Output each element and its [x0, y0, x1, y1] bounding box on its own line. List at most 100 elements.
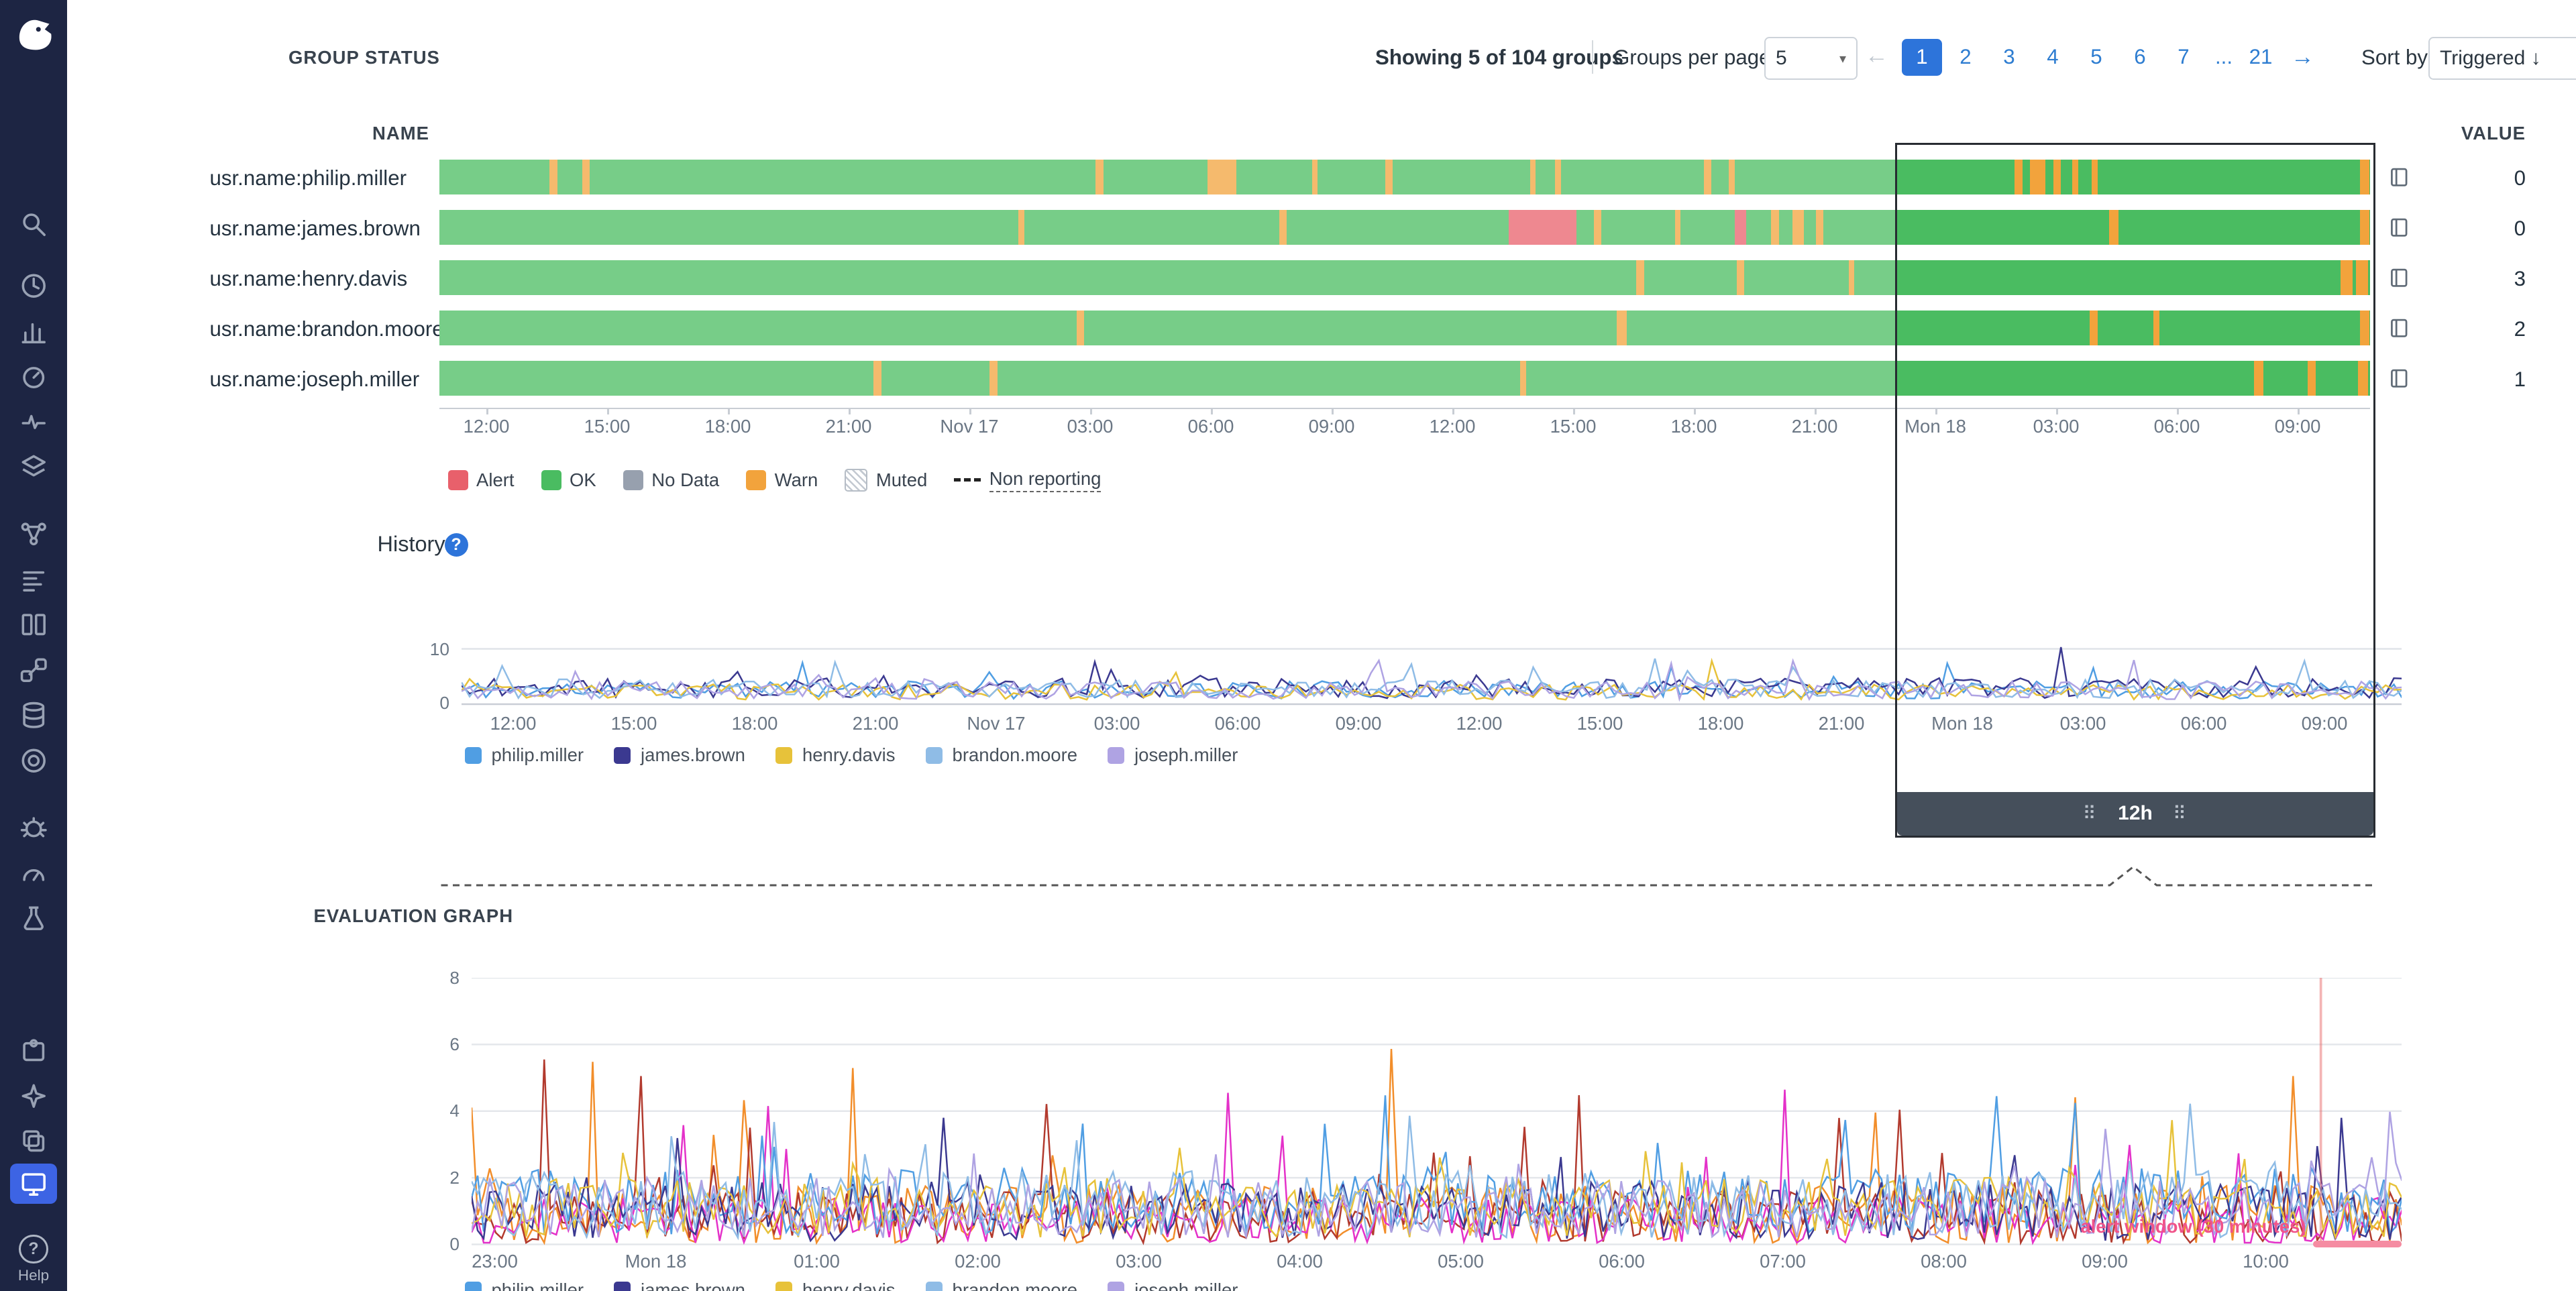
split-view-icon [19, 610, 48, 639]
group-value: 0 [2425, 166, 2526, 190]
series-swatch-icon [926, 1282, 943, 1291]
prev-page-button[interactable]: ← [1858, 42, 1895, 69]
pagination-ellipsis: ... [2207, 45, 2241, 69]
status-time-tick: 21:00 [826, 416, 872, 437]
axis-tickmark [728, 408, 730, 414]
help-button[interactable]: ? Help [0, 1235, 67, 1285]
evaluation-legend-james.brown[interactable]: james.brown [614, 1280, 745, 1291]
sidebar-item-service-map[interactable] [0, 512, 67, 557]
drag-dots-icon: ⠿ [2082, 803, 2098, 824]
sidebar-item-monitors-screen[interactable] [10, 1164, 57, 1204]
datadog-logo[interactable] [0, 0, 67, 67]
series-label: james.brown [641, 1280, 745, 1291]
group-name[interactable]: usr.name:brandon.moore [210, 317, 444, 341]
sidebar-item-integrations-puzzle[interactable] [0, 1028, 67, 1074]
group-name[interactable]: usr.name:james.brown [210, 217, 421, 241]
timeframe-brush[interactable]: ⠿ 12h ⠿ [1895, 143, 2375, 838]
sidebar-item-database[interactable] [0, 693, 67, 738]
axis-tickmark [1452, 408, 1454, 414]
series-label: brandon.moore [953, 744, 1078, 766]
evaluation-time-tick: Mon 18 [625, 1251, 687, 1272]
database-icon [19, 701, 48, 730]
page-button-6[interactable]: 6 [2120, 39, 2160, 76]
sidebar-item-search[interactable] [0, 201, 67, 247]
page-button-3[interactable]: 3 [1989, 39, 2029, 76]
evaluation-legend: philip.miller james.brown henry.davis brand… [465, 1280, 1238, 1291]
evaluation-legend-brandon.moore[interactable]: brandon.moore [926, 1280, 1078, 1291]
groups-per-page-select[interactable]: 5 ▾ [1764, 37, 1858, 80]
evaluation-time-tick: 09:00 [2082, 1251, 2128, 1272]
sidebar-item-log-stream[interactable] [0, 557, 67, 602]
evaluation-time-tick: 01:00 [794, 1251, 840, 1272]
sidebar-item-link[interactable] [0, 647, 67, 693]
brush-drag-handle[interactable]: ⠿ 12h ⠿ [1897, 792, 2373, 836]
group-logs-button[interactable] [2388, 366, 2412, 389]
history-legend-brandon.moore[interactable]: brandon.moore [926, 744, 1078, 766]
sidebar-item-flask[interactable] [0, 895, 67, 941]
sort-select[interactable]: Triggered ↓ ▾ [2428, 37, 2576, 80]
status-segment-warn [1018, 210, 1024, 245]
page-button-4[interactable]: 4 [2033, 39, 2073, 76]
monitors-screen-icon [19, 1170, 48, 1198]
group-logs-button[interactable] [2388, 265, 2412, 288]
non-reporting-dash-icon [954, 478, 981, 482]
group-name[interactable]: usr.name:philip.miller [210, 166, 407, 190]
history-legend-james.brown[interactable]: james.brown [614, 744, 745, 766]
sidebar-item-synthetics-target[interactable] [0, 738, 67, 783]
sidebar-item-history-clock[interactable] [0, 264, 67, 309]
sidebar-item-bug[interactable] [0, 805, 67, 850]
status-time-tick: 15:00 [1550, 416, 1597, 437]
group-status-header: GROUP STATUS Showing 5 of 104 groups Gro… [0, 37, 2576, 80]
status-segment-warn [1555, 160, 1561, 195]
zoom-connector [439, 858, 2378, 899]
sidebar-item-copy-windows[interactable] [0, 1119, 67, 1164]
sidebar-item-gauge[interactable] [0, 354, 67, 400]
sort-value: Triggered ↓ [2440, 47, 2541, 70]
sparkle-icon [19, 1082, 48, 1111]
page-button-7[interactable]: 7 [2163, 39, 2204, 76]
status-segment-warn [1385, 160, 1393, 195]
history-time-tick: 06:00 [1215, 713, 1261, 734]
evaluation-legend-philip.miller[interactable]: philip.miller [465, 1280, 584, 1291]
group-name[interactable]: usr.name:joseph.miller [210, 368, 420, 392]
history-legend: philip.miller james.brown henry.davis brand… [465, 744, 1238, 766]
history-time-tick: 21:00 [853, 713, 899, 734]
group-name[interactable]: usr.name:henry.davis [210, 267, 408, 291]
legend-item-ok: OK [541, 469, 596, 491]
evaluation-legend-joseph.miller[interactable]: joseph.miller [1108, 1280, 1238, 1291]
book-icon [2388, 166, 2410, 188]
axis-tickmark [969, 408, 971, 414]
sidebar-item-sparkle[interactable] [0, 1073, 67, 1119]
history-legend-philip.miller[interactable]: philip.miller [465, 744, 584, 766]
groups-per-page-label: Groups per page: [1613, 46, 1776, 70]
page-button-5[interactable]: 5 [2076, 39, 2116, 76]
page-button-2[interactable]: 2 [1945, 39, 1986, 76]
sidebar-item-infrastructure-layers[interactable] [0, 445, 67, 490]
sidebar-item-metrics-chart[interactable] [0, 308, 67, 354]
sidebar-item-split-view[interactable] [0, 602, 67, 648]
help-circle-icon[interactable]: ? [445, 533, 468, 557]
status-segment-warn [989, 361, 998, 396]
status-time-tick: 18:00 [1671, 416, 1717, 437]
next-page-button[interactable]: → [2284, 44, 2321, 70]
status-time-tick: 03:00 [1067, 416, 1114, 437]
status-segment-warn [549, 160, 557, 195]
sidebar-item-speedometer[interactable] [0, 850, 67, 896]
status-segment-warn [1279, 210, 1287, 245]
group-logs-button[interactable] [2388, 164, 2412, 188]
group-logs-button[interactable] [2388, 315, 2412, 339]
evaluation-chart[interactable] [472, 978, 2402, 1246]
evaluation-legend-henry.davis[interactable]: henry.davis [775, 1280, 896, 1291]
history-ymax-label: 10 [419, 639, 449, 660]
page-button-21[interactable]: 21 [2241, 39, 2281, 76]
sidebar-item-pulse[interactable] [0, 399, 67, 445]
alert-window-annotation: alert window (30 minutes) [1929, 1216, 2306, 1237]
history-legend-joseph.miller[interactable]: joseph.miller [1108, 744, 1238, 766]
history-legend-henry.davis[interactable]: henry.davis [775, 744, 896, 766]
group-logs-button[interactable] [2388, 215, 2412, 238]
status-legend: AlertOKNo DataWarnMutedNon reporting [448, 468, 1102, 493]
series-label: philip.miller [492, 1280, 584, 1291]
book-icon [2388, 317, 2410, 339]
page-button-1[interactable]: 1 [1902, 39, 1942, 76]
history-time-tick: 18:00 [1698, 713, 1744, 734]
